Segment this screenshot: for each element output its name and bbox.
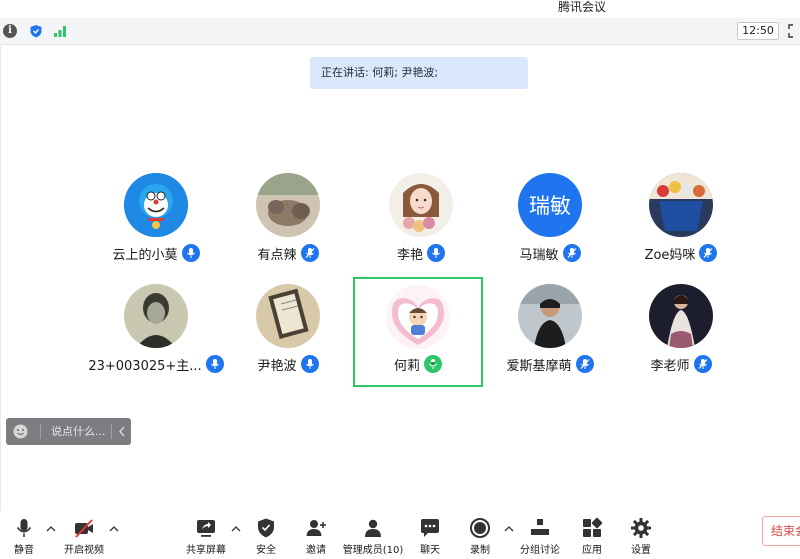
participant-tile[interactable]: 23+003025+主... <box>88 284 224 394</box>
avatar <box>124 173 188 237</box>
mic-icon <box>693 355 712 373</box>
participant-name-row: 李老师 <box>616 354 746 374</box>
divider <box>40 424 41 439</box>
emoji-icon[interactable] <box>13 424 28 439</box>
mic-icon <box>575 355 594 373</box>
participant-tile[interactable]: 尹艳波 <box>223 284 353 394</box>
speaking-indicator: 正在讲话: 何莉; 尹艳波; <box>310 57 528 89</box>
status-bar: i 12:50 <box>0 18 800 45</box>
participant-tile[interactable]: 李老师 <box>616 284 746 394</box>
chevron-up-icon[interactable] <box>109 525 119 533</box>
chat-quick-input[interactable]: 说点什么... <box>6 418 131 445</box>
avatar <box>649 284 713 348</box>
avatar-initials: 瑞敏 <box>518 173 582 237</box>
mic-icon <box>427 244 445 262</box>
chevron-left-icon[interactable] <box>118 424 126 439</box>
divider <box>111 424 112 439</box>
settings-label: 设置 <box>631 545 651 556</box>
mic-icon <box>300 355 319 373</box>
participant-name-row: 有点辣 <box>223 243 353 263</box>
participant-tile[interactable]: 云上的小莫 <box>91 173 221 283</box>
participants-icon <box>365 519 381 537</box>
avatar <box>386 285 450 349</box>
info-icon[interactable]: i <box>3 24 17 38</box>
chat-bubble-icon <box>421 519 439 537</box>
participant-name: 尹艳波 <box>257 358 297 374</box>
avatar <box>389 173 453 237</box>
avatar <box>256 284 320 348</box>
participant-name: 李艳 <box>396 247 423 263</box>
participant-tile[interactable]: 有点辣 <box>223 173 353 283</box>
participant-name-row: 尹艳波 <box>223 354 353 374</box>
avatar-initials-text: 瑞敏 <box>529 194 571 218</box>
gear-icon <box>631 518 651 538</box>
participant-name: 马瑞敏 <box>519 247 559 263</box>
avatar <box>256 173 320 237</box>
signal-strength-icon[interactable] <box>53 24 67 38</box>
start-video-label: 开启视频 <box>64 545 104 556</box>
participant-tile[interactable]: 爱斯基摩萌 <box>485 284 615 394</box>
participant-name: 李老师 <box>650 358 690 374</box>
participant-name: 爱斯基摩萌 <box>506 358 572 374</box>
mic-speaking-icon <box>424 355 442 373</box>
mic-icon <box>300 244 319 262</box>
microphone-icon <box>16 519 32 537</box>
participant-name-row: 云上的小莫 <box>91 243 221 263</box>
end-meeting-button[interactable]: 结束会议 <box>762 516 800 546</box>
share-screen-icon <box>197 520 215 537</box>
participant-name-row: 李艳 <box>356 243 486 263</box>
meeting-clock: 12:50 <box>737 22 779 40</box>
title-bar: 腾讯会议 <box>0 0 800 18</box>
fullscreen-icon[interactable] <box>788 24 800 38</box>
avatar <box>124 284 188 348</box>
participant-tile[interactable]: 瑞敏 马瑞敏 <box>485 173 615 283</box>
apps-grid-icon <box>583 517 603 537</box>
participant-name: 有点辣 <box>257 247 297 263</box>
shield-icon <box>258 518 274 538</box>
shield-icon[interactable] <box>29 24 43 38</box>
participant-name: Zoe妈咪 <box>644 247 696 263</box>
participant-tile-active-speaker[interactable]: 何莉 <box>353 277 483 387</box>
record-icon <box>470 518 490 538</box>
avatar <box>649 173 713 237</box>
participant-name: 何莉 <box>393 358 420 374</box>
participant-name: 23+003025+主... <box>88 358 202 374</box>
start-video-button[interactable]: 开启视频 <box>49 517 119 557</box>
breakout-rooms-icon <box>531 519 549 535</box>
settings-button[interactable]: 设置 <box>606 517 676 557</box>
participant-name-row: 爱斯基摩萌 <box>485 354 615 374</box>
participant-name-row: 何莉 <box>355 354 481 374</box>
chat-placeholder[interactable]: 说点什么... <box>51 418 106 445</box>
camera-off-icon <box>75 519 93 538</box>
participant-name-row: 马瑞敏 <box>485 243 615 263</box>
participant-name-row: 23+003025+主... <box>88 354 224 374</box>
mic-icon <box>205 355 224 373</box>
add-user-icon <box>306 520 326 536</box>
participant-name: 云上的小莫 <box>112 247 178 263</box>
mic-icon <box>562 244 581 262</box>
participant-tile[interactable]: 李艳 <box>356 173 486 283</box>
mic-icon <box>699 244 718 262</box>
window-title: 腾讯会议 <box>558 0 607 14</box>
participant-tile[interactable]: Zoe妈咪 <box>616 173 746 283</box>
mic-icon <box>181 244 200 262</box>
participant-name-row: Zoe妈咪 <box>616 243 746 263</box>
avatar <box>518 284 582 348</box>
meeting-toolbar: 静音 开启视频 共享屏幕 安全 邀请 管理成员(10) 聊天 录制 分组讨论 应… <box>0 511 800 559</box>
